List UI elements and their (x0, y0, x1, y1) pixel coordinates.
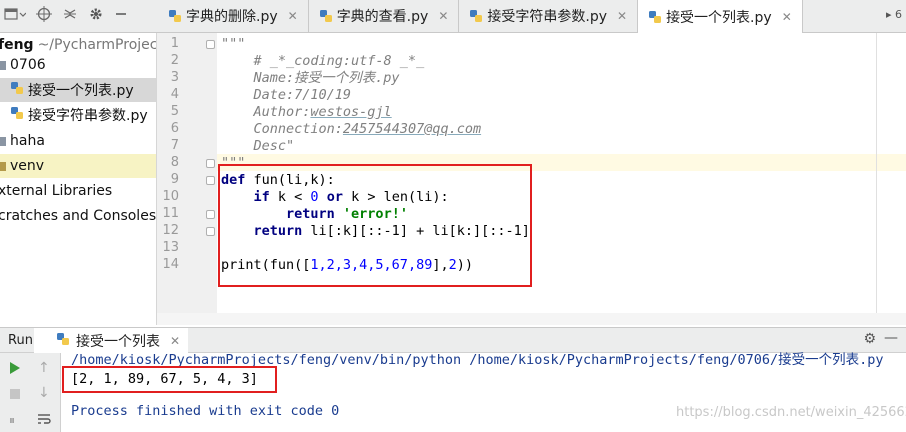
fold-marker-icon[interactable] (206, 176, 215, 185)
fold-marker-icon[interactable] (206, 227, 215, 236)
run-tab[interactable]: 接受一个列表 ✕ (34, 328, 188, 354)
code-line-2: # _*_coding:utf-8 _*_ (221, 53, 425, 69)
line-number: 14 (162, 257, 179, 272)
editor-toolbar: 字典的删除.py ✕ 字典的查看.py ✕ 接受字符串参数.py ✕ 接受一个列… (0, 0, 906, 33)
tree-root-name: feng (0, 37, 34, 53)
tree-root-path: ~/PycharmProjects/ (37, 37, 157, 53)
scroll-down-arrow-icon[interactable]: ↓ (38, 386, 50, 400)
code-line-4: Date:7/10/19 (221, 87, 352, 103)
code-line-5: Author:westos-gjl (221, 104, 392, 120)
tab-label: 接受一个列表.py (666, 9, 772, 26)
tree-item-label: haha (10, 133, 45, 149)
line-number: 1 (170, 36, 179, 51)
line-number: 8 (170, 155, 179, 170)
line-number-gutter: 1 2 3 4 5 6 7 8 9 10 11 12 13 14 (157, 33, 217, 325)
rerun-play-icon[interactable] (9, 362, 21, 377)
tree-item-label: xternal Libraries (0, 183, 113, 199)
tree-folder-haha[interactable]: haha (0, 129, 45, 153)
python-file-icon (10, 106, 24, 124)
editor-tabs: 字典的删除.py ✕ 字典的查看.py ✕ 接受字符串参数.py ✕ 接受一个列… (158, 0, 803, 33)
project-tree: feng ~/PycharmProjects/ 0706 接受一个列表.py 接… (0, 33, 157, 325)
line-number: 12 (162, 223, 179, 238)
line-number: 9 (170, 172, 179, 187)
tab-label: 字典的删除.py (186, 9, 278, 25)
line-number: 11 (162, 206, 179, 221)
line-number: 3 (170, 70, 179, 85)
line-number: 10 (162, 189, 179, 204)
code-line-7: Desc" (221, 138, 295, 154)
console-exit-line: Process finished with exit code 0 (71, 403, 340, 419)
line-number: 7 (170, 138, 179, 153)
soft-wrap-icon[interactable] (37, 412, 51, 429)
line-number: 5 (170, 104, 179, 119)
python-file-icon (168, 9, 182, 23)
tree-scratches-consoles[interactable]: cratches and Consoles (0, 204, 156, 228)
close-tab-icon[interactable]: ✕ (438, 9, 448, 23)
run-tab-label: 接受一个列表 (76, 334, 160, 350)
settings-gear-icon[interactable] (88, 6, 104, 26)
close-run-tab-icon[interactable]: ✕ (170, 334, 180, 348)
close-tab-icon[interactable]: ✕ (617, 9, 627, 23)
close-tab-icon[interactable]: ✕ (288, 9, 298, 23)
project-view-dropdown-icon[interactable] (4, 7, 27, 25)
close-tab-icon[interactable]: ✕ (782, 10, 792, 24)
pause-icon[interactable]: ⏸ (9, 413, 15, 427)
scroll-up-arrow-icon[interactable]: ↑ (38, 361, 50, 375)
tab-accept-list[interactable]: 接受一个列表.py ✕ (638, 0, 803, 33)
output-highlight-box (62, 366, 277, 393)
line-number: 13 (162, 240, 179, 255)
right-margin-guide (876, 33, 877, 325)
line-number: 2 (170, 53, 179, 68)
code-highlight-box (218, 164, 532, 287)
run-settings-gear-icon[interactable]: ⚙ (863, 331, 876, 347)
tree-item-label: 接受字符串参数.py (28, 108, 148, 124)
tab-dict-delete[interactable]: 字典的删除.py ✕ (158, 0, 309, 32)
stop-icon[interactable] (9, 388, 21, 403)
tab-dict-view[interactable]: 字典的查看.py ✕ (309, 0, 460, 32)
tree-item-label: 0706 (10, 57, 46, 73)
fold-marker-icon[interactable] (206, 210, 215, 219)
run-toolbar: ↑ ↓ ⏸ (0, 353, 61, 432)
folder-icon (0, 60, 6, 70)
horizontal-scrollbar[interactable] (157, 313, 906, 325)
tree-item-label: cratches and Consoles (0, 208, 157, 224)
folder-icon (0, 136, 6, 146)
project-toolbar (0, 0, 156, 32)
locate-file-icon[interactable] (36, 6, 52, 26)
code-line-1: """ (221, 36, 246, 52)
run-label: Run: (8, 333, 38, 348)
fold-marker-icon[interactable] (206, 159, 215, 168)
tab-label: 接受字符串参数.py (487, 9, 607, 25)
tree-external-libraries[interactable]: xternal Libraries (0, 179, 112, 203)
fold-marker-icon[interactable] (206, 40, 215, 49)
line-number: 4 (170, 87, 179, 102)
tab-overflow-indicator[interactable]: ▸ 6 (886, 8, 902, 21)
python-file-icon (10, 81, 24, 99)
code-line-3: Name:接受一个列表.py (221, 70, 400, 86)
folder-icon (0, 161, 6, 171)
tab-label: 字典的查看.py (336, 9, 429, 25)
line-number: 6 (170, 121, 179, 136)
hide-run-panel-icon[interactable]: — (884, 330, 898, 346)
python-file-icon (319, 9, 333, 23)
tree-item-label: venv (10, 158, 45, 174)
tree-item-accept-list[interactable]: 接受一个列表.py (0, 78, 156, 102)
run-panel-header: Run: 接受一个列表 ✕ ⚙ — (0, 327, 906, 354)
code-line-6: Connection:2457544307@qq.com (221, 121, 482, 137)
tree-folder-0706[interactable]: 0706 (0, 53, 46, 77)
watermark: https://blog.csdn.net/weixin_42566251 (676, 405, 906, 420)
tab-string-params[interactable]: 接受字符串参数.py ✕ (459, 0, 639, 32)
collapse-all-icon[interactable] (62, 6, 78, 26)
tree-folder-venv[interactable]: venv (0, 154, 156, 178)
python-file-icon (648, 10, 662, 24)
tree-item-string-params[interactable]: 接受字符串参数.py (0, 103, 148, 127)
python-file-icon (56, 332, 70, 350)
hide-panel-icon[interactable] (114, 7, 128, 25)
python-file-icon (469, 9, 483, 23)
tree-item-label: 接受一个列表.py (28, 83, 134, 99)
